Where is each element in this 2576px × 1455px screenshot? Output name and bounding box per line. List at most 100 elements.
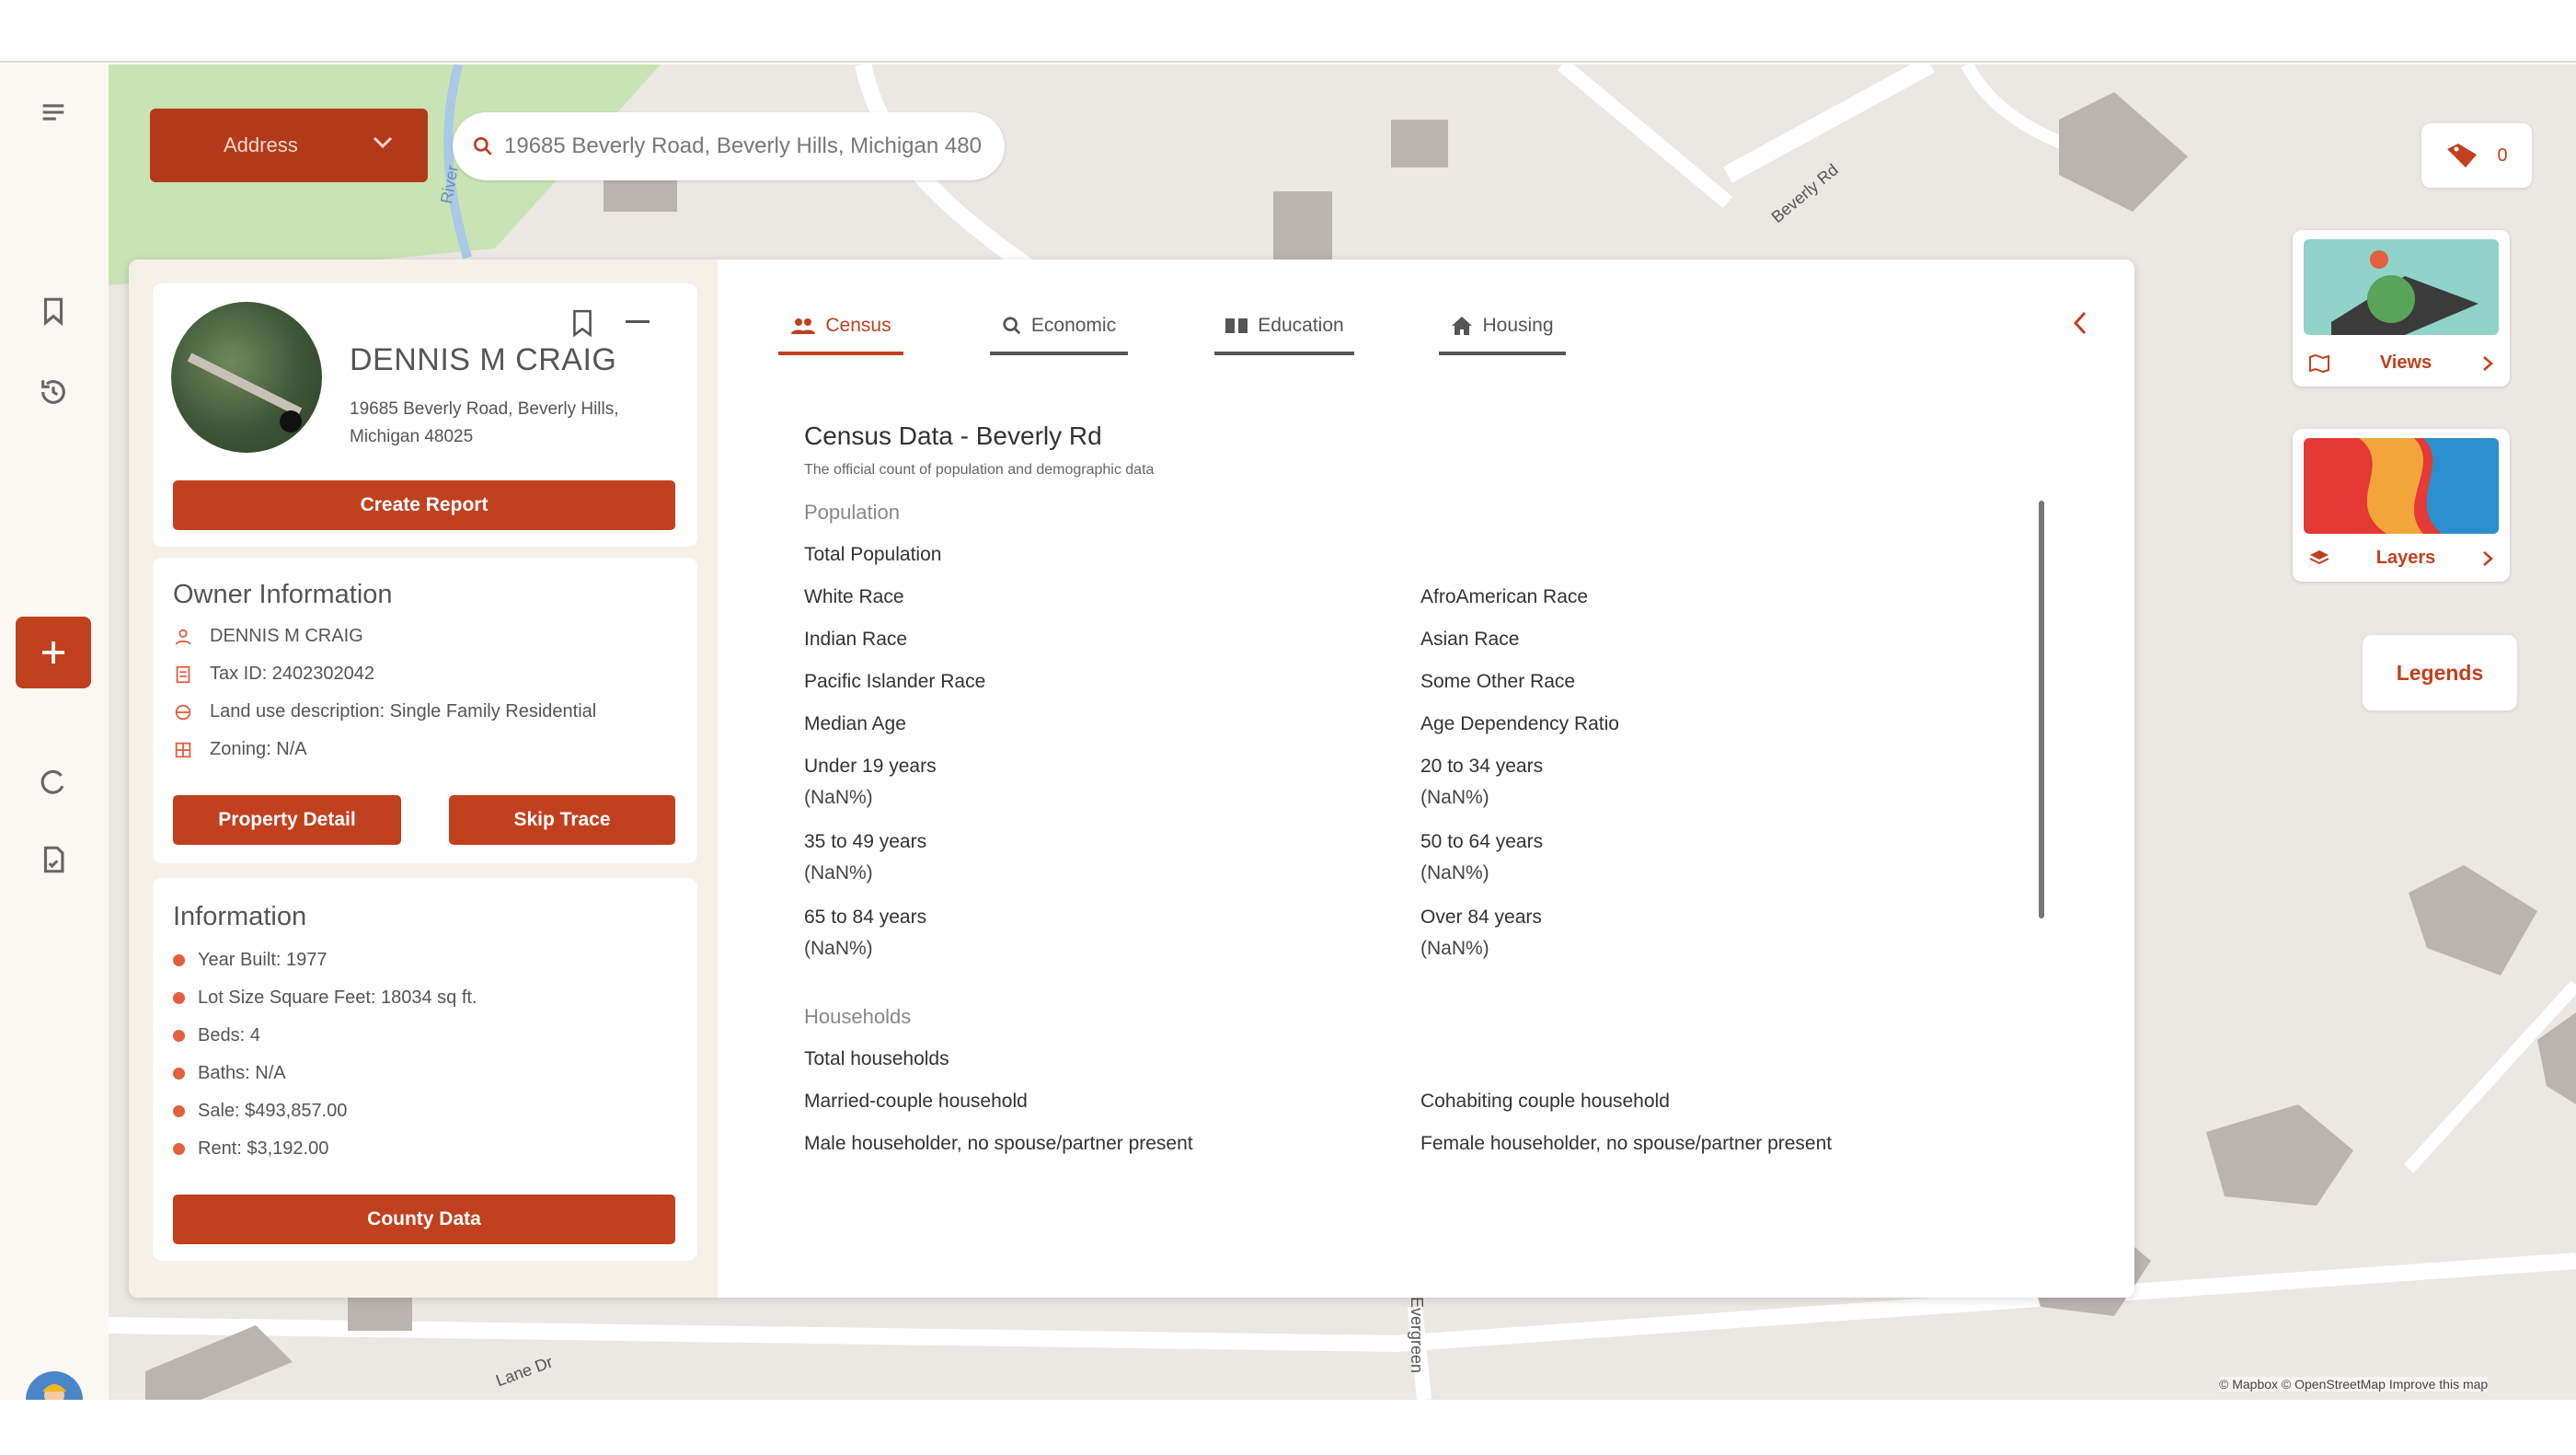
total-population-label: Total Population (804, 544, 942, 565)
indian-race-label: Indian Race (804, 629, 908, 650)
home-icon (1452, 317, 1473, 335)
property-panel: DENNIS M CRAIG 19685 Beverly Road, Bever… (129, 260, 2134, 1298)
building (2206, 1104, 2353, 1206)
search-money-icon (1003, 317, 1021, 335)
bookmark-icon[interactable] (570, 309, 594, 341)
minimize-icon[interactable] (626, 320, 650, 323)
census-subtitle: The official count of population and dem… (804, 462, 1155, 478)
under-19-field: Under 19 years (NaN%) (804, 756, 937, 808)
census-title: Census Data - Beverly Rd (804, 421, 1102, 450)
bookmark-icon[interactable] (31, 289, 75, 333)
land-icon (175, 704, 191, 720)
bullet-icon (173, 992, 185, 1004)
owner-name-heading: DENNIS M CRAIG (350, 342, 617, 377)
search-box[interactable] (453, 112, 1005, 180)
married-household-label: Married-couple household (804, 1091, 1028, 1112)
bullet-icon (173, 1030, 185, 1042)
age-50-64-field: 50 to 64 years (NaN%) (1420, 831, 1544, 883)
create-report-button[interactable]: Create Report (173, 480, 675, 530)
menu-icon[interactable] (31, 90, 75, 134)
info-beds: Beds: 4 (173, 1025, 260, 1046)
age-35-49-field: 35 to 49 years (NaN%) (804, 831, 927, 883)
land-use: Land use description: Single Family Resi… (210, 701, 597, 722)
search-type-label: Address (224, 133, 298, 156)
search-type-select[interactable]: Address (150, 109, 428, 182)
views-label-row: Views (2293, 352, 2510, 374)
chevron-right-icon (2483, 550, 2493, 566)
views-label: Views (2379, 352, 2432, 373)
book-icon (1225, 318, 1248, 333)
skip-trace-button[interactable]: Skip Trace (449, 795, 675, 845)
grid-icon (175, 742, 191, 757)
owner-name: DENNIS M CRAIG (210, 626, 363, 646)
map-icon (2309, 353, 2329, 373)
male-householder-label: Male householder, no spouse/partner pres… (804, 1133, 1193, 1154)
land-use-row: Land use description: Single Family Resi… (173, 701, 596, 722)
age-20-34-field: 20 to 34 years (NaN%) (1420, 756, 1544, 808)
layers-icon (2309, 549, 2329, 564)
info-rent: Rent: $3,192.00 (173, 1138, 328, 1160)
scrollbar[interactable] (2039, 501, 2044, 918)
app-root: Beverly Rd River Evergreen Lane Dr Addre… (0, 0, 2576, 1455)
document-icon[interactable] (31, 837, 75, 882)
information-card: Information Year Built: 1977 Lot Size Sq… (153, 878, 697, 1261)
information-title: Information (173, 902, 307, 931)
info-lot-size: Lot Size Square Feet: 18034 sq ft. (173, 987, 477, 1009)
left-sidebar (0, 64, 109, 1428)
building (348, 1298, 412, 1331)
county-data-button[interactable]: County Data (173, 1195, 675, 1244)
property-address: 19685 Beverly Road, Beverly Hills, Michi… (350, 399, 619, 446)
people-icon (791, 318, 816, 334)
population-section-label: Population (804, 501, 900, 524)
building (604, 175, 677, 212)
other-race-label: Some Other Race (1420, 671, 1576, 692)
search-input[interactable] (504, 133, 983, 159)
tab-census[interactable]: Census (778, 300, 903, 355)
map-attribution[interactable]: © Mapbox © OpenStreetMap Improve this ma… (2219, 1377, 2489, 1391)
bullet-icon (173, 1143, 185, 1155)
person-icon (175, 629, 191, 645)
history-icon[interactable] (31, 370, 75, 414)
pacific-islander-label: Pacific Islander Race (804, 671, 986, 692)
female-householder-label: Female householder, no spouse/partner pr… (1420, 1133, 1833, 1154)
receipt-icon (176, 665, 190, 683)
profile-card: DENNIS M CRAIG 19685 Beverly Road, Bever… (153, 283, 697, 547)
info-year-built: Year Built: 1977 (173, 950, 327, 971)
collapse-panel-icon[interactable] (2072, 311, 2088, 340)
legends-button[interactable]: Legends (2363, 635, 2517, 710)
refresh-icon[interactable] (31, 760, 75, 804)
dependency-ratio-label: Age Dependency Ratio (1420, 713, 1619, 734)
views-card[interactable]: Views (2293, 230, 2510, 387)
building (2409, 865, 2537, 976)
building (1391, 120, 1448, 167)
owner-name-row: DENNIS M CRAIG (173, 626, 363, 647)
afroamerican-race-label: AfroAmerican Race (1420, 586, 1589, 607)
layers-thumbnail (2304, 438, 2499, 534)
age-65-84-field: 65 to 84 years (NaN%) (804, 906, 927, 959)
road-line (1723, 64, 1935, 183)
tab-housing[interactable]: Housing (1439, 300, 1566, 355)
cohabiting-household-label: Cohabiting couple household (1420, 1091, 1670, 1112)
property-detail-button[interactable]: Property Detail (173, 795, 401, 845)
households-section-label: Households (804, 1005, 912, 1028)
tab-economic[interactable]: Economic (990, 300, 1128, 355)
layers-card[interactable]: Layers (2293, 429, 2510, 582)
over-84-field: Over 84 years (NaN%) (1420, 906, 1542, 959)
chevron-down-icon (373, 136, 393, 149)
views-thumbnail (2304, 239, 2499, 335)
property-summary-column: DENNIS M CRAIG 19685 Beverly Road, Bever… (129, 260, 718, 1298)
owner-information-card: Owner Information DENNIS M CRAIG Tax ID:… (153, 558, 697, 863)
top-bar (0, 0, 2576, 63)
tab-education[interactable]: Education (1214, 300, 1354, 355)
cart-button[interactable]: 0 (2421, 123, 2532, 188)
tag-icon (2447, 144, 2478, 167)
building (145, 1325, 293, 1400)
add-button[interactable] (16, 617, 91, 688)
asian-race-label: Asian Race (1420, 629, 1520, 650)
road-line (1557, 64, 1733, 209)
building (1273, 191, 1332, 265)
tax-id: Tax ID: 2402302042 (210, 664, 375, 684)
property-aerial-photo (171, 302, 322, 453)
info-sale: Sale: $493,857.00 (173, 1101, 347, 1122)
bullet-icon (173, 954, 185, 966)
